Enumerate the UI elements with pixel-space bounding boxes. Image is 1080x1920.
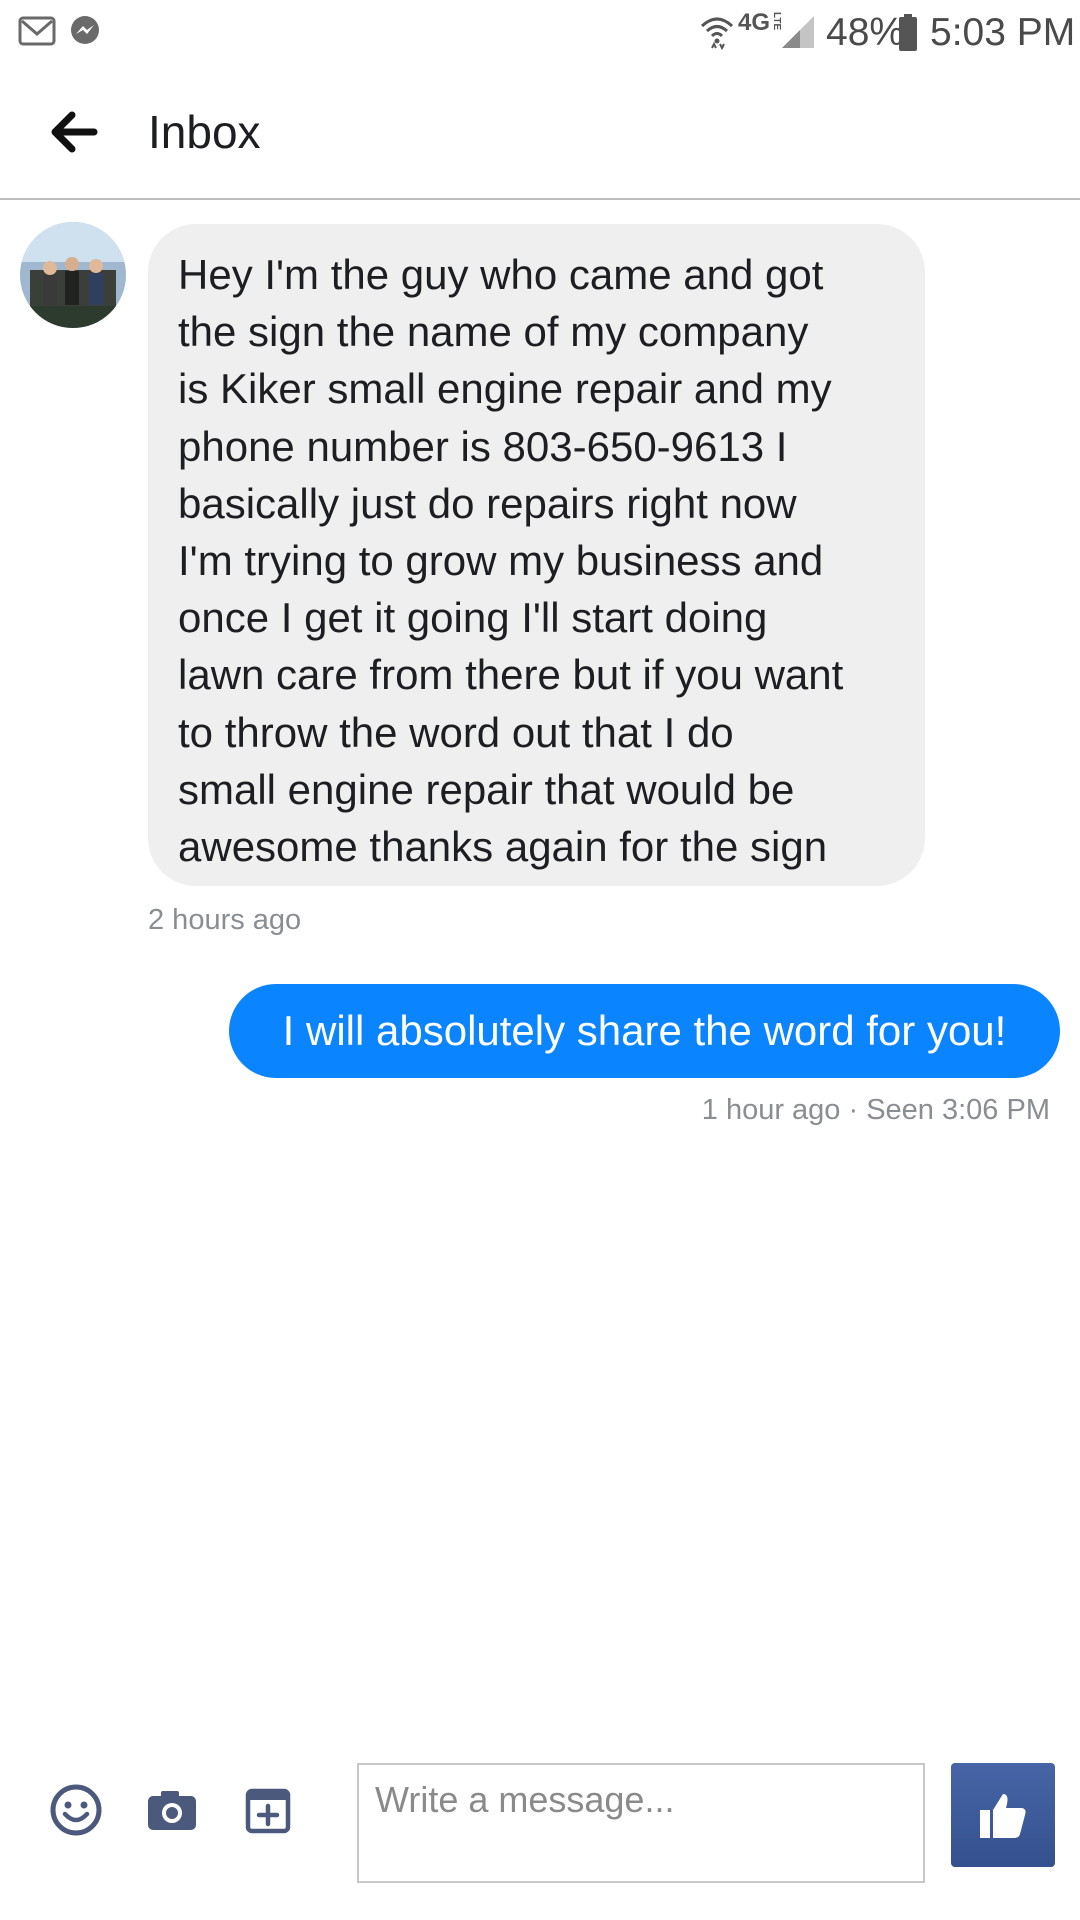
outgoing-message-bubble[interactable]: I will absolutely share the word for you…: [229, 984, 1060, 1078]
network-type: 4G: [738, 9, 771, 36]
signal-icon: [782, 16, 814, 48]
incoming-message-bubble[interactable]: Hey I'm the guy who came and got the sig…: [148, 224, 925, 886]
emoji-icon: [50, 1784, 102, 1836]
battery-percent: 48%: [826, 11, 905, 54]
message-input[interactable]: [357, 1763, 925, 1883]
like-button[interactable]: [951, 1763, 1055, 1867]
sticker-icon: [245, 1788, 291, 1834]
status-bar: 4G LTE 48% 5:03 PM: [0, 0, 1080, 66]
header-title: Inbox: [148, 106, 261, 158]
profile-photo-icon: [20, 222, 126, 328]
incoming-message-timestamp: 2 hours ago: [148, 904, 302, 936]
back-button[interactable]: [44, 102, 104, 162]
wifi-icon: [700, 17, 734, 50]
outgoing-message-text: I will absolutely share the word for you…: [282, 1007, 1007, 1054]
incoming-message-text: Hey I'm the guy who came and got the sig…: [178, 251, 844, 871]
camera-button[interactable]: [144, 1782, 200, 1838]
avatar[interactable]: [20, 222, 126, 328]
conversation-header: Inbox: [0, 66, 1080, 200]
messenger-icon: [71, 16, 99, 44]
camera-icon: [148, 1791, 196, 1830]
battery-icon: [899, 14, 917, 51]
sticker-button[interactable]: [240, 1782, 296, 1838]
back-arrow-icon: [51, 111, 98, 153]
emoji-button[interactable]: [48, 1782, 104, 1838]
thumbs-up-icon: [980, 1794, 1026, 1838]
gmail-icon: [18, 16, 56, 46]
outgoing-message-status: 1 hour ago · Seen 3:06 PM: [701, 1094, 1050, 1126]
clock: 5:03 PM: [930, 11, 1076, 54]
